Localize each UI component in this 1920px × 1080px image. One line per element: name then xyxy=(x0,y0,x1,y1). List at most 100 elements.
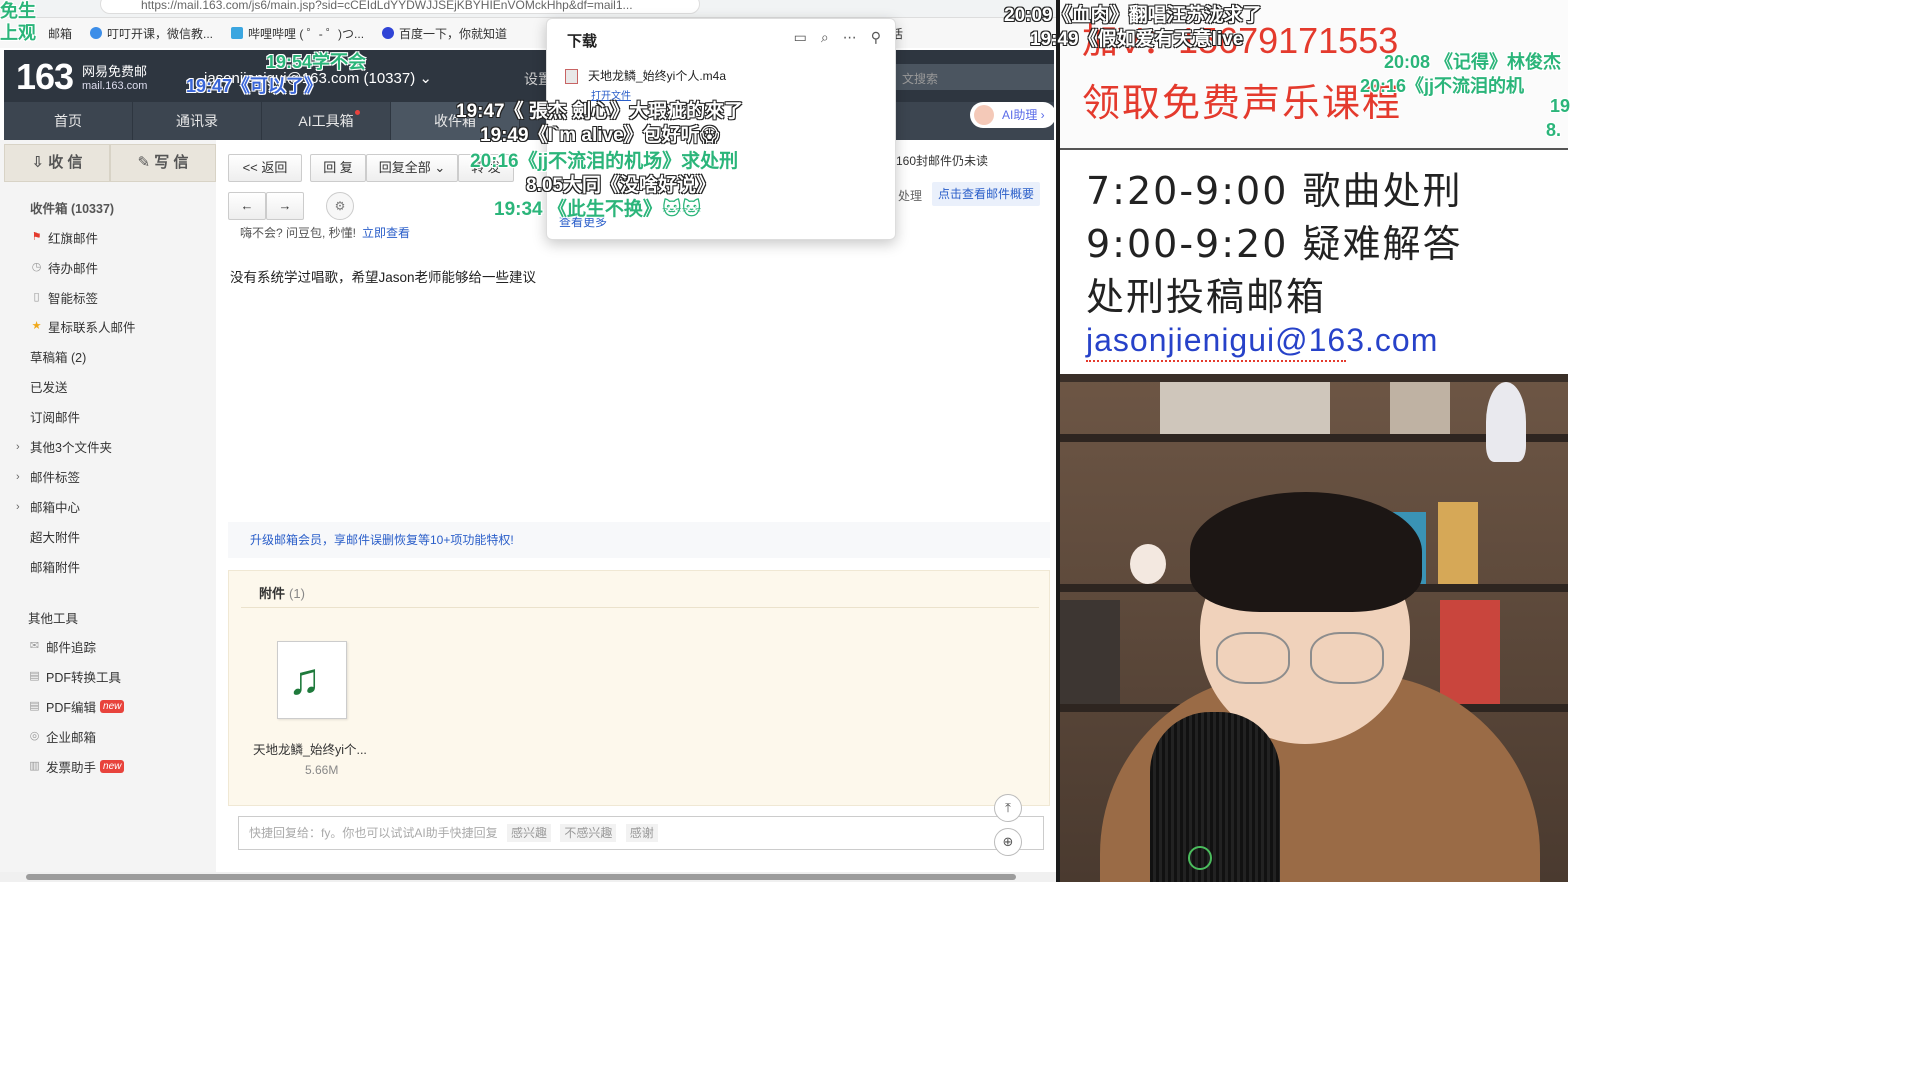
folder-label: 星标联系人邮件 xyxy=(48,321,136,335)
figurine xyxy=(1486,382,1526,462)
folder-label: 草稿箱 (2) xyxy=(30,351,87,365)
folder-label: 其他3个文件夹 xyxy=(30,441,112,455)
chevron-down-icon: ⌄ xyxy=(419,70,432,87)
ai-helper-button[interactable]: AI助理 › xyxy=(970,102,1056,128)
sidebar-item-todo[interactable]: ◷ 待办邮件 xyxy=(30,258,98,277)
arrow-up-icon: ⤒ xyxy=(1005,800,1011,815)
tab-ai-tools[interactable]: AI工具箱 xyxy=(262,102,391,140)
more-icon[interactable]: ⋯ xyxy=(843,29,857,46)
sidebar-item-mail-tags[interactable]: › 邮件标签 xyxy=(16,467,81,486)
attachments-title: 附件 (1) xyxy=(259,583,305,602)
settings-button[interactable]: ⚙ xyxy=(326,192,354,220)
schedule-line: 9:00-9:20 疑难解答 xyxy=(1086,222,1463,266)
search-input[interactable]: 文搜索 xyxy=(884,64,1054,90)
process-label[interactable]: 处理 xyxy=(898,187,922,204)
receive-button[interactable]: ⇩ 收 信 xyxy=(4,144,110,182)
baidu-icon xyxy=(382,27,395,39)
compose-button[interactable]: ✎ 写 信 xyxy=(110,144,216,182)
arrow-left-icon: ← xyxy=(240,198,254,213)
pin-icon[interactable]: ⚲ xyxy=(871,29,881,46)
next-mail-button[interactable]: → xyxy=(266,192,304,220)
folder-label: 邮箱中心 xyxy=(30,501,81,515)
danmaku-comment: 19:47《可以了》 xyxy=(186,76,323,96)
windmill xyxy=(1438,502,1478,584)
download-item[interactable]: 天地龙鳞_始终yi个人.m4a xyxy=(565,67,726,85)
prev-mail-button[interactable]: ← xyxy=(228,192,266,220)
hint-link[interactable]: 立即查看 xyxy=(362,226,410,240)
sidebar-item-other-folders[interactable]: › 其他3个文件夹 xyxy=(16,437,112,456)
sidebar-item-inbox[interactable]: 收件箱 (10337) xyxy=(30,198,114,217)
tab-contacts[interactable]: 通讯录 xyxy=(133,102,262,140)
reply-all-button[interactable]: 回复全部 ⌄ xyxy=(366,154,458,182)
schedule-board: 7:20-9:00 歌曲处刑 9:00-9:20 疑难解答 处刑投稿邮箱 jas… xyxy=(1060,148,1568,374)
scroll-top-button[interactable]: ⤒ xyxy=(994,794,1022,822)
clock-icon: ◷ xyxy=(31,261,42,273)
quick-reply-chip[interactable]: 感谢 xyxy=(625,824,658,842)
sidebar-item-mail-attach[interactable]: 邮箱附件 xyxy=(30,557,80,576)
music-note-icon: ♫ xyxy=(288,655,321,704)
new-badge: new xyxy=(100,700,125,713)
danmaku-comment: 8. xyxy=(1546,120,1562,140)
logo-text: 网易免费邮 mail.163.com xyxy=(82,64,147,94)
schedule-line: 7:20-9:00 歌曲处刑 xyxy=(1086,169,1463,213)
tab-home[interactable]: 首页 xyxy=(4,102,133,140)
spellcheck-underline xyxy=(1086,360,1346,362)
danmaku-comment: 19:49《I`m alive》包好听😱 xyxy=(480,125,720,146)
submission-email: jasonjienigui@163.com xyxy=(1086,322,1439,358)
quick-reply-chip[interactable]: 感兴趣 xyxy=(507,824,552,842)
downloads-actions: ▭ ⌕ ⋯ ⚲ xyxy=(794,29,881,46)
folder-label: 邮件标签 xyxy=(30,471,81,485)
audio-file-icon[interactable]: ♫ xyxy=(277,641,347,719)
folder-label: 已发送 xyxy=(30,381,68,395)
danmaku-comment: 20:09《血肉》翻唱汪苏泷求了 xyxy=(1004,5,1262,26)
danmaku-comment: 免生上观 xyxy=(0,1,36,43)
tool-pdf-edit[interactable]: ▤ PDF编辑 new xyxy=(28,697,125,716)
notification-dot xyxy=(355,110,360,115)
horizontal-scrollbar[interactable] xyxy=(0,872,1056,882)
sidebar-item-subscriptions[interactable]: 订阅邮件 xyxy=(30,407,80,426)
logo-number: 163 xyxy=(16,56,74,97)
folder-label: 超大附件 xyxy=(30,531,81,545)
folder-label: 邮箱附件 xyxy=(30,561,81,575)
attachment-name[interactable]: 天地龙鳞_始终yi个... xyxy=(253,739,367,758)
logo-title: 网易免费邮 xyxy=(82,64,148,79)
bookmark-item[interactable]: 叮叮开课，微信教... xyxy=(90,25,213,42)
sidebar-item-drafts[interactable]: 草稿箱 (2) xyxy=(30,347,86,366)
tool-invoice[interactable]: ▥ 发票助手 new xyxy=(28,757,125,776)
banner-course: 领取免费声乐课程 xyxy=(1082,83,1403,125)
folder-label: 待办邮件 xyxy=(48,262,99,276)
bookmark-item[interactable]: 百度一下，你就知道 xyxy=(382,25,507,42)
search-icon[interactable]: ⌕ xyxy=(821,29,829,46)
sidebar-item-starred[interactable]: ★ 星标联系人邮件 xyxy=(30,317,136,336)
address-bar[interactable]: https://mail.163.com/js6/main.jsp?sid=cC… xyxy=(100,0,700,14)
vip-upgrade-banner[interactable]: 升级邮箱会员，享邮件误删恢复等10+项功能特权! xyxy=(228,522,1050,558)
doubao-hint: 嗨不会? 问豆包, 秒懂! 立即查看 xyxy=(240,224,410,241)
tool-label: 发票助手 xyxy=(46,761,97,775)
tool-enterprise[interactable]: ◎ 企业邮箱 xyxy=(28,727,96,746)
arrow-right-icon: → xyxy=(278,198,292,213)
reply-all-label: 回复全部 xyxy=(378,160,431,175)
downloads-title: 下载 xyxy=(567,33,598,50)
person-hair xyxy=(1190,492,1422,612)
sidebar-item-sent[interactable]: 已发送 xyxy=(30,377,68,396)
quick-reply-input[interactable]: 快捷回复给：fy。你也可以试试AI助手快捷回复 感兴趣 不感兴趣 感谢 xyxy=(238,816,1044,850)
bookmark-label: 叮叮开课，微信教... xyxy=(107,26,214,41)
folder-icon[interactable]: ▭ xyxy=(794,29,807,46)
browser-tab-strip: https://mail.163.com/js6/main.jsp?sid=cC… xyxy=(0,0,1058,18)
section-label: 其他工具 xyxy=(28,612,79,626)
back-button[interactable]: << 返回 xyxy=(228,154,302,182)
scrollbar-thumb[interactable] xyxy=(26,874,1016,880)
tool-pdf-convert[interactable]: ▤ PDF转换工具 xyxy=(28,667,121,686)
zoom-button[interactable]: ⊕ xyxy=(994,828,1022,856)
reply-button[interactable]: 回 复 xyxy=(310,154,366,182)
tool-tracking[interactable]: ✉ 邮件追踪 xyxy=(28,637,96,656)
bookmark-label: 哔哩哔哩 ( ゜- ゜)つ... xyxy=(248,26,365,41)
quick-reply-chip[interactable]: 不感兴趣 xyxy=(560,824,617,842)
summary-button[interactable]: 点击查看邮件概要 xyxy=(932,182,1041,206)
sidebar-item-large-attach[interactable]: 超大附件 xyxy=(30,527,80,546)
danmaku-comment: 19:49《假如爱有天意live xyxy=(1030,29,1244,50)
bookmark-item[interactable]: 哔哩哔哩 ( ゜- ゜)つ... xyxy=(231,25,364,42)
sidebar-item-flagged[interactable]: ⚑ 红旗邮件 xyxy=(30,228,98,247)
sidebar-item-smart-tags[interactable]: ▯ 智能标签 xyxy=(30,288,98,307)
sidebar-item-mail-center[interactable]: › 邮箱中心 xyxy=(16,497,81,516)
